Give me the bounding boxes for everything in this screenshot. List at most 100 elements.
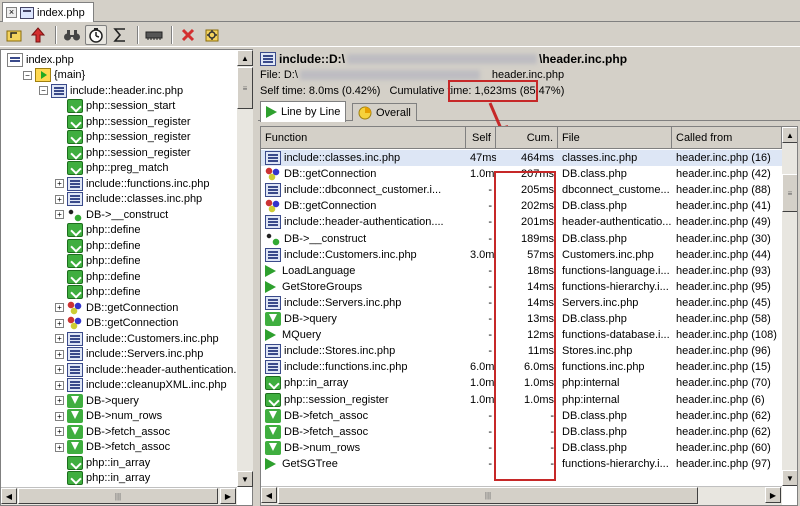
cell-file: functions-language.i... [562, 264, 670, 277]
scroll-thumb[interactable]: ≡ [782, 174, 797, 212]
expand-toggle[interactable]: + [55, 411, 64, 421]
up-button[interactable] [27, 25, 49, 45]
expand-toggle[interactable]: + [55, 380, 64, 390]
tree-node[interactable]: php::preg_match [55, 161, 169, 177]
tree-node-label: php::in_array [86, 456, 151, 469]
scroll-right-button[interactable]: ▶ [220, 488, 236, 504]
timer-button[interactable] [85, 24, 107, 45]
expand-toggle[interactable]: − [39, 86, 48, 96]
expand-toggle[interactable]: + [55, 396, 64, 406]
cell-self: - [488, 313, 492, 325]
table-horizontal-scrollbar[interactable]: ◀ ||| ▶ [261, 486, 782, 505]
tree-node[interactable]: + DB::getConnection [55, 300, 178, 316]
php-function-icon [265, 392, 281, 407]
tree-node[interactable]: php::define [55, 285, 140, 301]
scroll-down-button[interactable]: ▼ [237, 471, 253, 487]
cell-function: php::session_register [261, 392, 466, 408]
cancel-button[interactable] [177, 25, 199, 45]
tree-node[interactable]: php::session_register [55, 130, 191, 146]
expand-toggle[interactable]: + [55, 442, 64, 452]
tree-node[interactable]: + include::Customers.inc.php [55, 331, 219, 347]
tree-node[interactable]: + DB->num_rows [55, 409, 162, 425]
scroll-up-button[interactable]: ▲ [782, 127, 797, 143]
col-called-from-header[interactable]: Called from [672, 127, 782, 149]
col-file-header[interactable]: File [558, 127, 672, 149]
scroll-thumb[interactable]: ||| [278, 487, 698, 504]
tree-node[interactable]: php::in_array [55, 471, 150, 487]
tree-node[interactable]: php::define [55, 238, 140, 254]
tree-node-label: DB::getConnection [86, 301, 179, 314]
timer-icon [89, 27, 103, 43]
tree-node[interactable]: php::session_register [55, 114, 191, 130]
tree-node[interactable]: php::in_array [55, 455, 150, 471]
expand-toggle[interactable]: − [23, 70, 32, 80]
expand-toggle[interactable]: + [55, 303, 64, 313]
tree-vertical-scrollbar[interactable]: ▲ ≡ ▼ [237, 50, 253, 487]
cell-self: - [488, 184, 492, 197]
scroll-left-button[interactable]: ◀ [1, 488, 17, 504]
open-button[interactable] [3, 25, 25, 45]
expand-toggle[interactable]: + [55, 318, 64, 328]
scroll-thumb[interactable]: ≡ [237, 67, 253, 109]
tree-node[interactable]: php::define [55, 254, 140, 270]
tree-node[interactable]: index.php [7, 52, 74, 68]
tree-horizontal-scrollbar[interactable]: ◀ ||| ▶ [1, 487, 237, 505]
scroll-up-button[interactable]: ▲ [237, 50, 253, 66]
cell-self: 3.0ms [470, 248, 496, 261]
tree-node[interactable]: php::session_start [55, 99, 175, 115]
col-cum-header[interactable]: Cum. [496, 127, 558, 149]
include-file-icon [67, 362, 83, 377]
tree-node[interactable]: + DB->fetch_assoc [55, 440, 170, 456]
scroll-right-button[interactable]: ▶ [765, 487, 781, 503]
tree-node[interactable]: + include::functions.inc.php [55, 176, 210, 192]
tree-node[interactable]: + include::Servers.inc.php [55, 347, 203, 363]
expand-toggle[interactable]: + [55, 194, 64, 204]
tree-node[interactable]: − include::header.inc.php [39, 83, 183, 99]
expand-toggle[interactable]: + [55, 179, 64, 189]
cell-self: - [488, 216, 492, 229]
tree-node[interactable]: php::define [55, 223, 140, 239]
php-file-icon [20, 6, 34, 19]
tree-node[interactable]: php::define [55, 269, 140, 285]
expand-toggle[interactable]: + [55, 365, 64, 375]
main-entry-icon [35, 68, 51, 83]
tree-node[interactable]: + DB::getConnection [55, 316, 178, 332]
include-file-icon [265, 344, 281, 359]
expand-toggle[interactable]: + [55, 210, 64, 220]
tree-node[interactable]: + include::cleanupXML.inc.php [55, 378, 227, 394]
tree-node[interactable]: + include::classes.inc.php [55, 192, 202, 208]
tree-node[interactable]: + DB->fetch_assoc [55, 424, 170, 440]
col-function-header[interactable]: Function [261, 127, 466, 149]
scroll-left-button[interactable]: ◀ [261, 487, 277, 503]
call-tree[interactable]: index.php − {main} − include::header.inc.php… [1, 50, 237, 487]
php-function-icon [67, 285, 83, 300]
memory-icon [145, 31, 163, 40]
tree-node[interactable]: php::session_register [55, 145, 191, 161]
settings-button[interactable] [201, 25, 223, 45]
php-function-icon [67, 238, 83, 253]
tree-node[interactable]: + DB->__construct [55, 207, 168, 223]
find-button[interactable] [61, 25, 83, 45]
table-vertical-scrollbar[interactable]: ▲ ≡ ▼ [782, 127, 797, 486]
expand-toggle[interactable]: + [55, 427, 64, 437]
memory-button[interactable] [143, 25, 165, 45]
call-tree-panel: index.php − {main} − include::header.inc.php… [0, 49, 253, 506]
function-name: include::Customers.inc.php [284, 248, 417, 261]
close-icon[interactable]: × [6, 7, 17, 18]
table-row[interactable]: include::classes.inc.php 47ms 464ms classes… [261, 150, 782, 166]
col-self-header[interactable]: Self [466, 127, 496, 149]
scroll-down-button[interactable]: ▼ [782, 470, 797, 486]
scroll-thumb[interactable]: ||| [18, 488, 218, 504]
tree-node[interactable]: + include::header-authentication.inc [55, 362, 237, 378]
database-icon [67, 316, 83, 331]
sigma-button[interactable] [109, 25, 131, 45]
function-name: include::Stores.inc.php [284, 345, 396, 358]
include-file-icon [67, 378, 83, 393]
tree-node[interactable]: − {main} [23, 68, 85, 84]
expand-toggle[interactable]: + [55, 349, 64, 359]
tree-node-label: DB->fetch_assoc [86, 425, 171, 438]
tab-index-php[interactable]: × index.php [2, 2, 94, 22]
tree-node[interactable]: + DB->query [55, 393, 139, 409]
cell-self: - [488, 345, 492, 358]
expand-toggle[interactable]: + [55, 334, 64, 344]
